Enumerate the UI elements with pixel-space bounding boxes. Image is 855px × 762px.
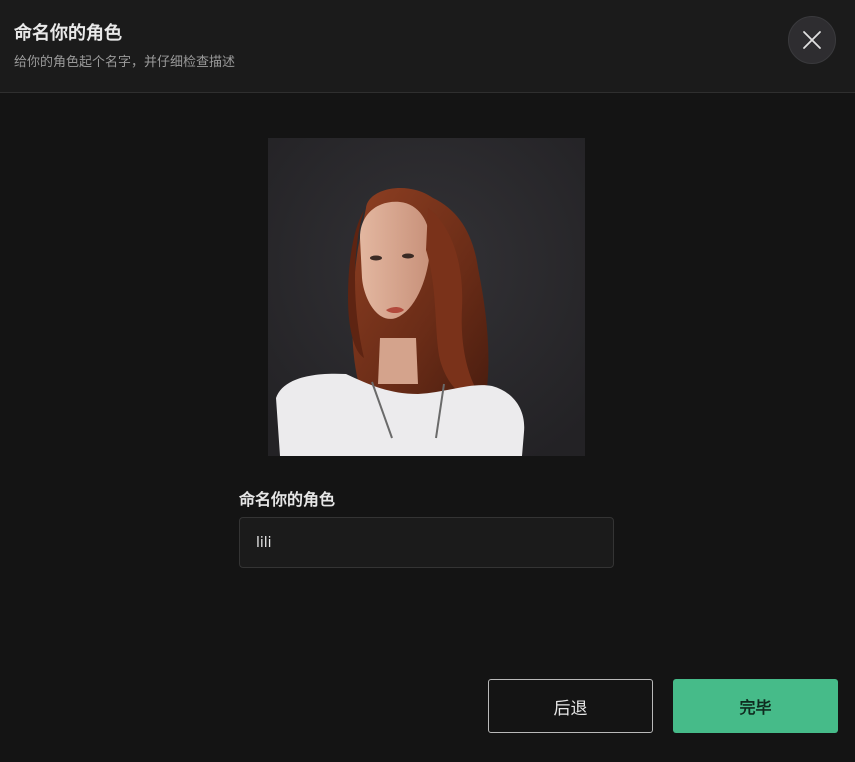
done-button[interactable]: 完毕 xyxy=(673,679,838,733)
character-name-input[interactable] xyxy=(239,517,614,568)
character-portrait xyxy=(268,138,585,456)
dialog-title: 命名你的角色 xyxy=(14,23,122,44)
name-field-label: 命名你的角色 xyxy=(239,490,336,509)
back-button[interactable]: 后退 xyxy=(488,679,653,733)
close-button[interactable] xyxy=(788,16,836,64)
dialog-header: 命名你的角色 给你的角色起个名字，并仔细检查描述 xyxy=(0,0,855,93)
dialog-subtitle: 给你的角色起个名字，并仔细检查描述 xyxy=(14,55,236,70)
character-naming-dialog: 命名你的角色 给你的角色起个名字，并仔细检查描述 命名你的角色 lili 后退 … xyxy=(0,0,855,762)
close-icon xyxy=(803,31,821,49)
portrait-image xyxy=(268,138,585,456)
